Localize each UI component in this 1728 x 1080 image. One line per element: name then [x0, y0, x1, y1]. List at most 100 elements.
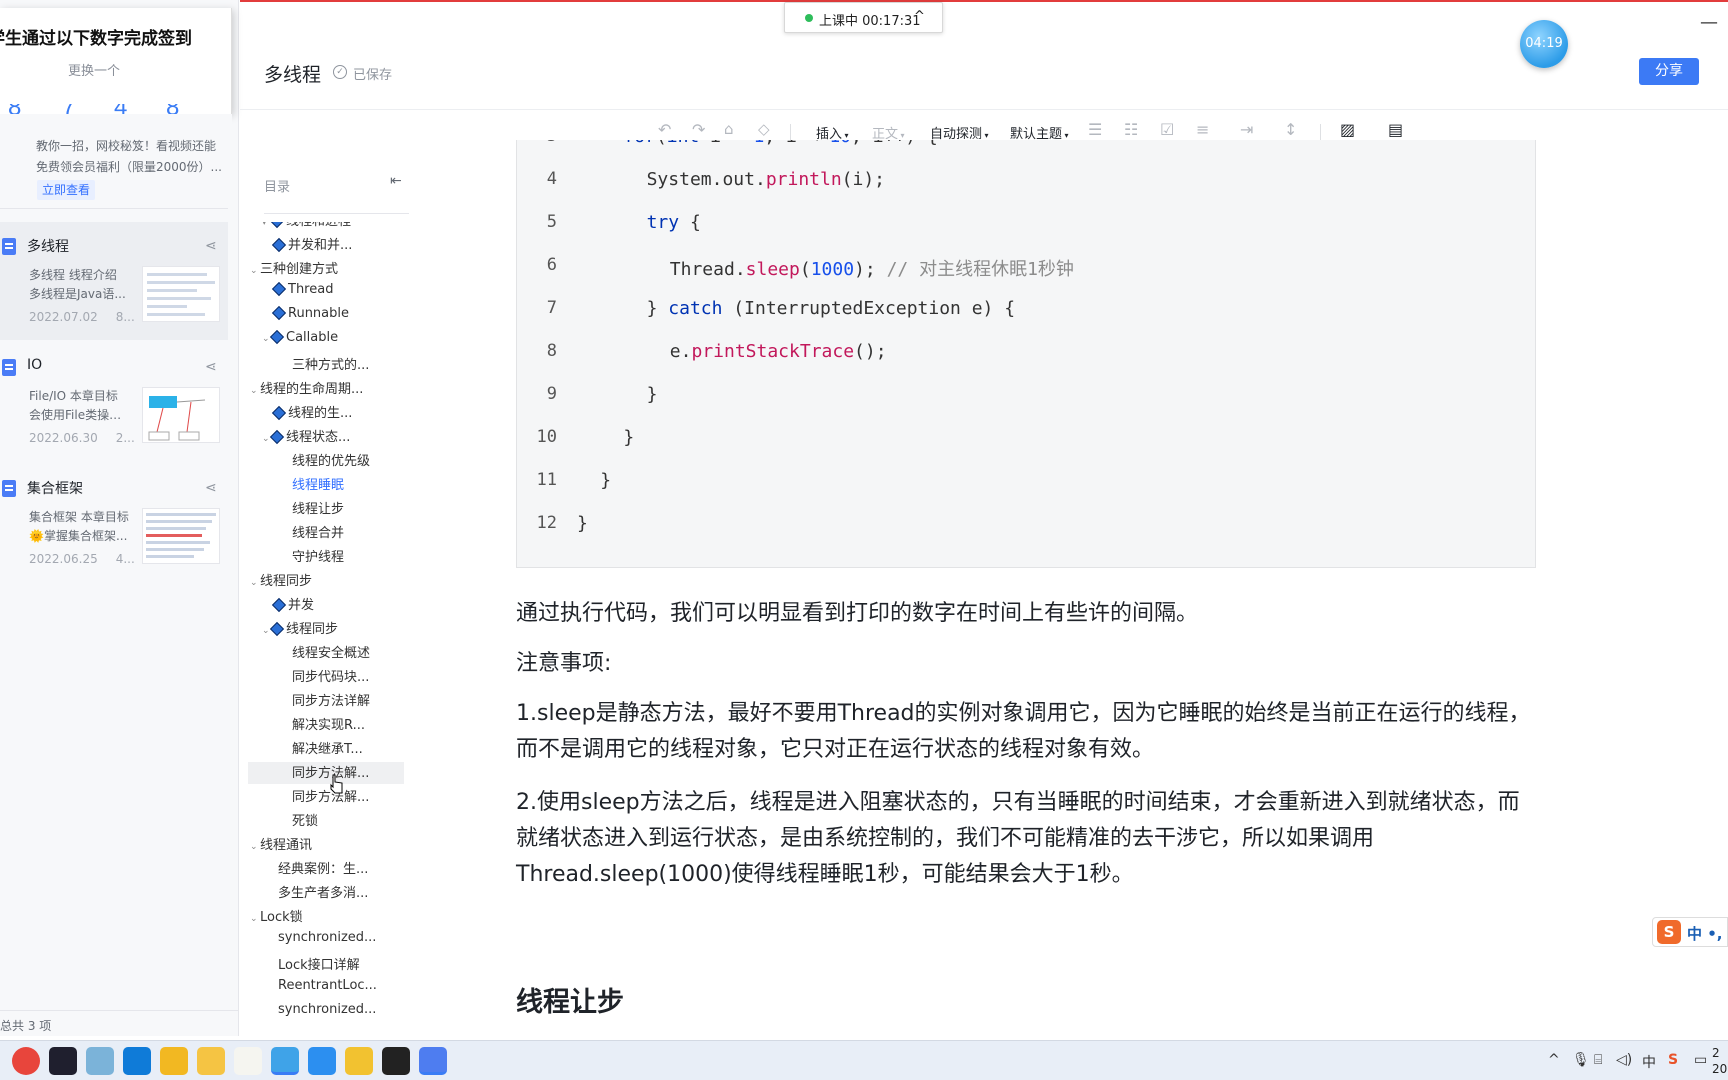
toc-item[interactable]: ⌄ 三种创建方式: [248, 258, 404, 280]
document-header: 多线程 ✓ 已保存 分享 —: [240, 0, 1728, 110]
note-meta: 2022.07.02 8...: [29, 310, 135, 324]
app-green-icon[interactable]: [345, 1047, 373, 1075]
chevron-down-icon[interactable]: ⌄: [250, 266, 260, 276]
highlight-icon[interactable]: ▨: [1340, 120, 1355, 139]
toc-item[interactable]: 并发: [248, 594, 404, 616]
countdown-timer[interactable]: 04:19: [1520, 20, 1568, 68]
page-title[interactable]: 多线程: [264, 60, 321, 87]
note-item-multithreading[interactable]: 多线程 ⋖ 多线程 线程介绍 多线程是Java语... 2022.07.02 8.…: [0, 222, 228, 340]
note-meta: 2022.06.25 4...: [29, 552, 135, 566]
edge-icon[interactable]: [123, 1047, 151, 1075]
toc-item[interactable]: Thread: [248, 282, 404, 304]
undo-icon[interactable]: ↶: [658, 120, 671, 139]
typora-icon[interactable]: [234, 1047, 262, 1075]
chevron-down-icon[interactable]: ⌄: [250, 842, 260, 852]
toc-item[interactable]: synchronized...: [248, 930, 404, 952]
toc-item[interactable]: ▾ 线程和进程: [248, 222, 404, 232]
collapse-toc-icon[interactable]: ⇤: [390, 173, 402, 189]
toc-item-label: 经典案例：生...: [278, 862, 369, 877]
app-blue-icon[interactable]: [271, 1047, 299, 1075]
toc-item[interactable]: Runnable: [248, 306, 404, 328]
chrome-icon[interactable]: [12, 1047, 40, 1075]
toc-item[interactable]: 经典案例：生...: [248, 858, 404, 880]
page-layout-icon[interactable]: ▤: [1388, 120, 1403, 139]
chevron-down-icon[interactable]: ▾: [262, 222, 272, 228]
chevron-up-icon[interactable]: ^: [1548, 1052, 1560, 1068]
toc-item-label: 线程通讯: [260, 838, 313, 853]
qq-icon[interactable]: [382, 1047, 410, 1075]
toc-item[interactable]: 线程睡眠: [248, 474, 404, 496]
redo-icon[interactable]: ↷: [692, 120, 705, 139]
toc-item[interactable]: synchronized...: [248, 1002, 404, 1024]
numbered-list-icon[interactable]: ☷: [1124, 120, 1138, 139]
note-item-collections[interactable]: 集合框架 ⋖ 集合框架 本章目标 🌞掌握集合框架... 2022.06.25 4.…: [0, 464, 228, 582]
toc-item[interactable]: 并发和并...: [248, 234, 404, 256]
toc-item[interactable]: Lock接口详解: [248, 954, 404, 976]
note-item-io[interactable]: IO ⋖ File/IO 本章目标 会使用File类操作... 2022.06.…: [0, 343, 228, 461]
network-icon[interactable]: ⌸: [1594, 1052, 1602, 1068]
toc-item[interactable]: 三种方式的...: [248, 354, 404, 376]
share-icon[interactable]: ⋖: [205, 238, 217, 254]
share-icon[interactable]: ⋖: [205, 359, 217, 375]
checklist-icon[interactable]: ☑: [1160, 120, 1174, 139]
change-code-link[interactable]: 更换一个: [68, 60, 120, 79]
chevron-down-icon[interactable]: ⌄: [250, 914, 260, 924]
toc-item[interactable]: 守护线程: [248, 546, 404, 568]
app-yellow-icon[interactable]: [160, 1047, 188, 1075]
toc-item[interactable]: 同步方法解...: [248, 762, 404, 784]
toc-item[interactable]: ⌄ 线程通讯: [248, 834, 404, 856]
intellij-icon[interactable]: [49, 1047, 77, 1075]
toc-item[interactable]: 多生产者多消...: [248, 882, 404, 904]
clock[interactable]: 2 202: [1712, 1045, 1728, 1077]
toc-item[interactable]: 线程的优先级: [248, 450, 404, 472]
code-text: } catch (InterruptedException e) {: [646, 298, 1016, 319]
toc-item[interactable]: 死锁: [248, 810, 404, 832]
format-painter-icon[interactable]: ⌂: [724, 120, 734, 138]
code-block[interactable]: 3 for(int i = 1; i < 10; i++) {4 System.ou…: [516, 140, 1536, 568]
toc-item[interactable]: 线程让步: [248, 498, 404, 520]
volume-icon[interactable]: ◁): [1616, 1052, 1632, 1068]
align-icon[interactable]: ≡: [1196, 120, 1209, 139]
microphone-icon[interactable]: 🎙: [1572, 1052, 1590, 1068]
input-language-icon[interactable]: 中: [1642, 1052, 1656, 1072]
toc-item[interactable]: ⌄ 线程同步: [248, 618, 404, 640]
share-button[interactable]: 分享: [1639, 58, 1699, 85]
promo-line-2: 免费领会员福利（限量2000份）...: [36, 160, 222, 174]
toc-item[interactable]: 线程的生...: [248, 402, 404, 424]
toc-item[interactable]: ReentrantLoc...: [248, 978, 404, 1000]
toc-item[interactable]: ⌄ Callable: [248, 330, 404, 352]
toc-item[interactable]: 同步方法详解: [248, 690, 404, 712]
share-icon[interactable]: ⋖: [205, 480, 217, 496]
toc-item[interactable]: ⌄ Lock锁: [248, 906, 404, 928]
toc-item[interactable]: ⌄ 线程同步: [248, 570, 404, 592]
toc-item[interactable]: 解决实现R...: [248, 714, 404, 736]
toc-item[interactable]: 线程安全概述: [248, 642, 404, 664]
eraser-icon[interactable]: ◇: [758, 120, 770, 138]
toc-item[interactable]: ⌄ 线程状态...: [248, 426, 404, 448]
toc-item[interactable]: 同步方法解...: [248, 786, 404, 808]
security-icon[interactable]: ▭: [1694, 1052, 1707, 1068]
toc-item[interactable]: 同步代码块...: [248, 666, 404, 688]
line-number: 3: [517, 140, 557, 146]
chevron-up-icon[interactable]: ^: [914, 9, 925, 24]
chevron-down-icon[interactable]: ⌄: [250, 386, 260, 396]
toc-item[interactable]: ⌄ 线程的生命周期...: [248, 378, 404, 400]
class-timer[interactable]: 上课中 00:17:31 ^: [784, 2, 943, 33]
promo-link[interactable]: 立即查看: [37, 180, 95, 200]
save-status: 已保存: [353, 68, 393, 83]
toc-item[interactable]: 线程合并: [248, 522, 404, 544]
app-diamond-icon[interactable]: [308, 1047, 336, 1075]
notes-app-icon[interactable]: [419, 1047, 447, 1075]
ime-status[interactable]: S 中 •,: [1652, 917, 1728, 947]
minimize-icon[interactable]: —: [1700, 12, 1718, 33]
toc-item-label: 死锁: [292, 814, 319, 829]
bullet-list-icon[interactable]: ☰: [1088, 120, 1102, 139]
chevron-down-icon[interactable]: ⌄: [250, 578, 260, 588]
line-height-icon[interactable]: ↕: [1284, 120, 1297, 139]
paint-icon[interactable]: [86, 1047, 114, 1075]
indent-icon[interactable]: ⇥: [1240, 120, 1253, 139]
file-explorer-icon[interactable]: [197, 1047, 225, 1075]
toc-item[interactable]: 解决继承T...: [248, 738, 404, 760]
sogou-tray-icon[interactable]: S: [1668, 1052, 1678, 1068]
toc-item-label: 三种方式的...: [292, 358, 370, 373]
